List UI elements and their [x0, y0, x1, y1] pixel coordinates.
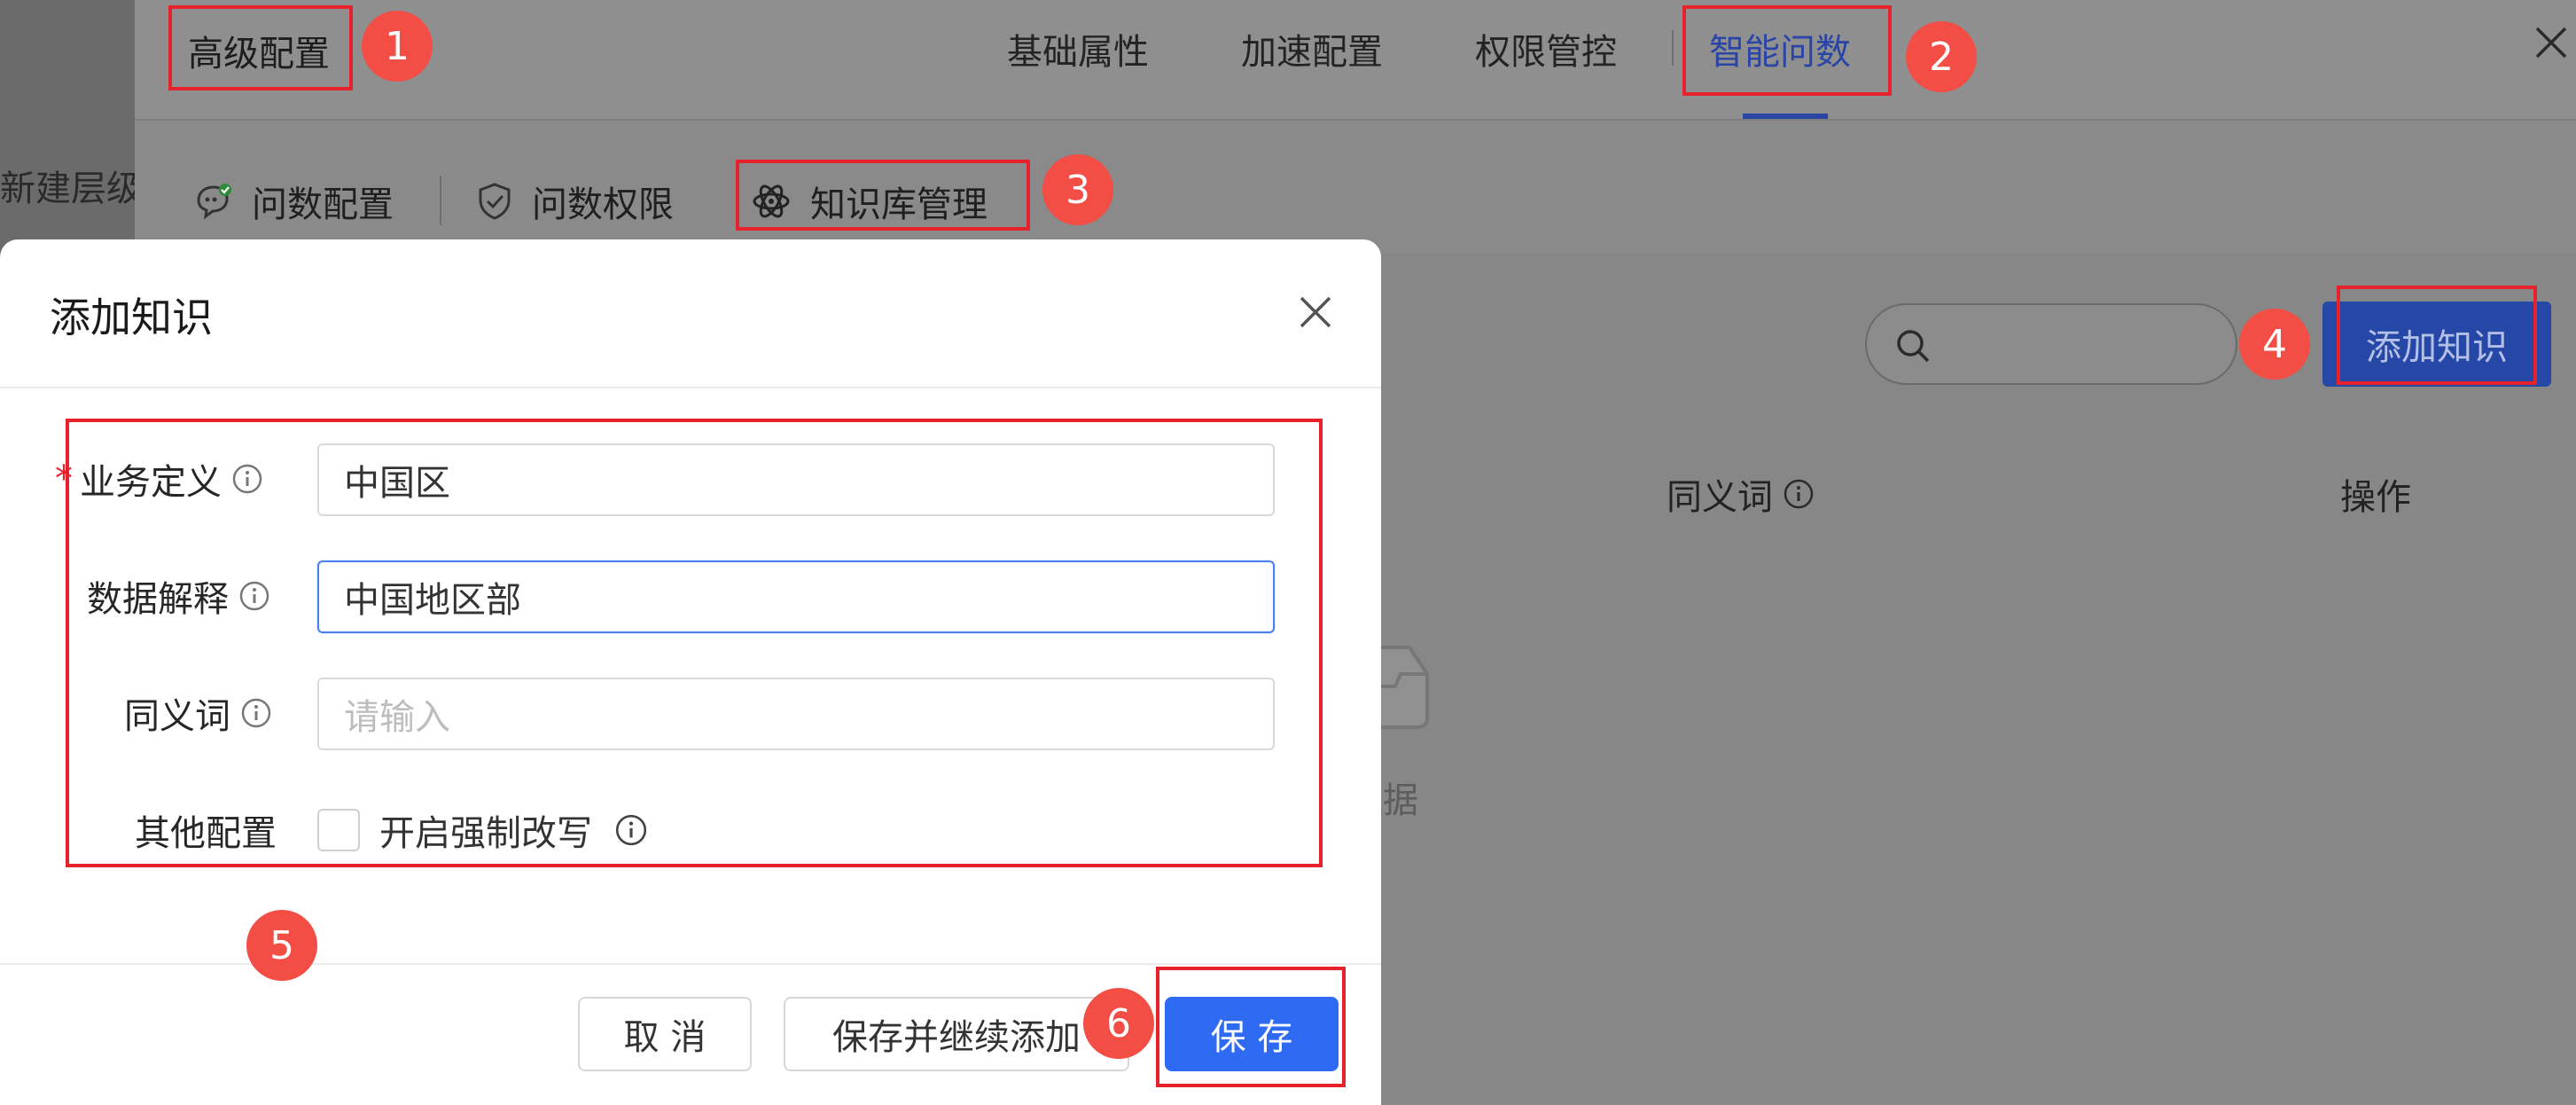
synonym-label-text: 同义词 — [124, 696, 230, 737]
force-rewrite-label-text: 开启强制改写 — [379, 813, 592, 854]
atom-icon — [753, 184, 790, 218]
info-icon[interactable] — [239, 696, 273, 730]
subtab-separator — [440, 176, 441, 225]
business-definition-label-text: 业务定义 — [80, 462, 222, 503]
save-and-continue-button[interactable]: 保存并继续添加 — [784, 997, 1129, 1071]
data-explanation-label: 数据解释 — [87, 569, 271, 623]
synonym-label: 同义词 — [124, 686, 273, 740]
data-explanation-input[interactable]: 中国地区部 — [317, 560, 1275, 633]
tab-basic-properties[interactable]: 基础属性 — [1007, 23, 1149, 74]
info-icon[interactable] — [1782, 477, 1815, 511]
tab-separator — [1672, 30, 1674, 66]
column-header-action: 操作 — [2340, 477, 2411, 518]
data-explanation-label-text: 数据解释 — [87, 579, 229, 620]
save-button[interactable]: 保 存 — [1165, 997, 1339, 1071]
close-icon[interactable] — [2532, 23, 2571, 62]
search-input[interactable] — [1865, 303, 2237, 385]
other-config-label: 其他配置 — [135, 813, 277, 854]
column-header-synonym: 同义词 — [1667, 468, 1815, 520]
required-mark: * — [55, 458, 73, 499]
shield-check-icon — [479, 183, 511, 220]
modal-footer-divider — [0, 963, 1381, 965]
modal-title: 添加知识 — [50, 294, 213, 341]
subtab-query-permission-label: 问数权限 — [532, 184, 674, 225]
annotation-badge-6: 6 — [1083, 988, 1154, 1059]
annotation-badge-5: 5 — [246, 910, 317, 981]
annotation-badge-2: 2 — [1906, 21, 1977, 92]
column-header-synonym-label: 同义词 — [1667, 477, 1773, 518]
business-definition-input[interactable]: 中国区 — [317, 443, 1275, 516]
annotation-badge-3: 3 — [1042, 154, 1113, 225]
tab-smart-query[interactable]: 智能问数 — [1709, 23, 1851, 74]
subtab-query-config[interactable]: 问数配置 — [193, 179, 394, 225]
modal-close-icon[interactable] — [1294, 291, 1337, 333]
annotation-badge-1: 1 — [362, 11, 433, 82]
add-knowledge-button[interactable]: 添加知识 — [2322, 302, 2551, 387]
info-icon[interactable] — [230, 462, 264, 496]
search-icon — [1897, 330, 1930, 363]
business-definition-label: * 业务定义 — [55, 452, 264, 505]
tab-permission-control[interactable]: 权限管控 — [1475, 23, 1617, 74]
subtab-knowledge-base[interactable]: 知识库管理 — [750, 179, 987, 225]
subtab-query-config-label: 问数配置 — [252, 184, 394, 225]
force-rewrite-checkbox[interactable] — [317, 809, 360, 851]
cancel-button[interactable]: 取 消 — [578, 997, 752, 1071]
tab-acceleration-config[interactable]: 加速配置 — [1241, 23, 1383, 74]
info-icon[interactable] — [238, 579, 271, 613]
subtab-knowledge-base-label: 知识库管理 — [810, 184, 987, 225]
active-tab-underline — [1743, 114, 1828, 119]
new-level-text: 新建层级 — [0, 168, 142, 209]
add-knowledge-modal: 添加知识 * 业务定义 中国区 数据解释 中国地区部 同义词 请输入 其他配置 … — [0, 239, 1381, 1105]
synonym-input[interactable]: 请输入 — [317, 678, 1275, 750]
chat-settings-icon — [197, 184, 231, 220]
subtab-query-permission[interactable]: 问数权限 — [475, 179, 674, 225]
force-rewrite-label: 开启强制改写 — [379, 803, 649, 857]
annotation-badge-4: 4 — [2239, 309, 2310, 380]
drawer-title: 高级配置 — [188, 34, 330, 74]
modal-divider — [0, 387, 1381, 388]
info-icon[interactable] — [613, 812, 649, 848]
